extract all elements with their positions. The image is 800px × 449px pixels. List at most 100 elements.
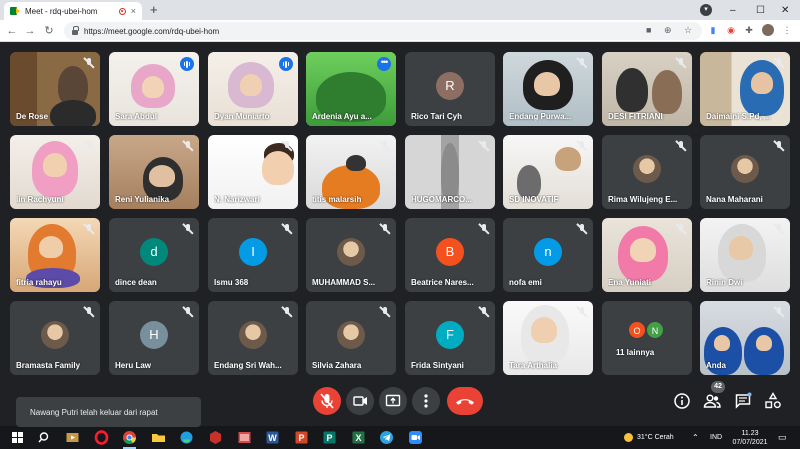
language-indicator[interactable]: IND: [710, 426, 722, 449]
participant-tile[interactable]: titis malarsih: [306, 135, 396, 209]
participant-tile[interactable]: ••• Ardenia Ayu a...: [306, 52, 396, 126]
chat-button[interactable]: [733, 391, 753, 411]
clock-time: 11.23: [741, 430, 759, 437]
svg-text:W: W: [268, 433, 277, 443]
search-icon[interactable]: [36, 429, 53, 446]
microphone-off-button[interactable]: [313, 387, 341, 415]
tab-search-button[interactable]: ▾: [700, 4, 712, 16]
meeting-details-button[interactable]: [672, 391, 692, 411]
activities-button[interactable]: [763, 391, 783, 411]
participant-tile[interactable]: Rima Wilujeng E...: [602, 135, 692, 209]
participant-name: 11 lainnya: [616, 348, 655, 357]
participant-name: Rico Tari Cyh: [411, 112, 462, 121]
bookmark-star-icon[interactable]: ☆: [684, 25, 692, 35]
minimize-button[interactable]: –: [730, 0, 736, 20]
participant-name: Anda: [706, 361, 726, 370]
speaking-indicator-icon: [180, 57, 194, 71]
maximize-button[interactable]: ☐: [756, 0, 765, 20]
red-cube-app-icon[interactable]: [207, 429, 224, 446]
participant-tile[interactable]: HUGOMARCO...: [405, 135, 495, 209]
microphone-muted-icon: [576, 223, 588, 235]
participant-tile[interactable]: H Heru Law: [109, 301, 199, 375]
notifications-icon[interactable]: ▭: [778, 426, 787, 449]
participant-photo-avatar: [337, 238, 365, 266]
browser-tab-meet[interactable]: Meet - rdq-ubei-hom ×: [4, 2, 142, 20]
new-tab-button[interactable]: +: [150, 2, 158, 18]
present-screen-button[interactable]: [379, 387, 407, 415]
reload-icon[interactable]: ↻: [41, 22, 57, 40]
extensions-puzzle-icon[interactable]: ✚: [742, 23, 756, 37]
excel-icon[interactable]: X: [350, 429, 367, 446]
participant-tile[interactable]: Bramasta Family: [10, 301, 100, 375]
file-explorer-icon[interactable]: [150, 429, 167, 446]
weather-widget[interactable]: 31°C Cerah: [624, 426, 674, 449]
more-options-button[interactable]: [412, 387, 440, 415]
microphone-muted-icon: [281, 306, 293, 318]
participant-tile[interactable]: DESI FITRIANI: [602, 52, 692, 126]
participant-initial-avatar: R: [436, 72, 464, 100]
participant-tile[interactable]: Endang Purwa...: [503, 52, 593, 126]
camera-button[interactable]: [346, 387, 374, 415]
participant-tile[interactable]: Reni Yulianika: [109, 135, 199, 209]
tray-chevron-icon[interactable]: ⌃: [692, 426, 699, 449]
participant-tile[interactable]: Iin Rachyuni: [10, 135, 100, 209]
participant-tile[interactable]: Dyan Muniarto: [208, 52, 298, 126]
participant-name: Ismu 368: [214, 278, 249, 287]
participant-tile[interactable]: Endang Sri Wah...: [208, 301, 298, 375]
docs-extension-icon[interactable]: ▮: [706, 23, 720, 37]
address-bar[interactable]: https://meet.google.com/rdq-ubei-hom: [64, 22, 702, 40]
powerpoint-icon[interactable]: P: [293, 429, 310, 446]
participant-tile[interactable]: F Frida Sintyani: [405, 301, 495, 375]
publisher-icon[interactable]: P: [321, 429, 338, 446]
close-window-button[interactable]: ✕: [781, 0, 789, 20]
back-arrow-icon[interactable]: ←: [4, 22, 20, 40]
leave-call-button[interactable]: [447, 387, 483, 415]
tab-close-button[interactable]: ×: [131, 6, 136, 16]
word-icon[interactable]: W: [264, 429, 281, 446]
participant-tile[interactable]: n nofa emi: [503, 218, 593, 292]
windows-start-icon[interactable]: [9, 429, 26, 446]
forward-arrow-icon[interactable]: →: [22, 22, 38, 40]
media-player-icon[interactable]: [64, 429, 81, 446]
people-button[interactable]: [702, 391, 722, 411]
participant-tile[interactable]: fitria rahayu: [10, 218, 100, 292]
browser-menu-icon[interactable]: ⋮: [780, 23, 794, 37]
participant-tile[interactable]: I Ismu 368: [208, 218, 298, 292]
zoom-app-icon[interactable]: [407, 429, 424, 446]
system-clock[interactable]: 11.23 07/07/2021: [728, 429, 772, 447]
participant-tile[interactable]: Anda: [700, 301, 790, 375]
participant-tile[interactable]: SD INOVATIF: [503, 135, 593, 209]
participant-name: Iin Rachyuni: [16, 195, 64, 204]
microphone-muted-icon: [83, 140, 95, 152]
participant-tile[interactable]: d dince dean: [109, 218, 199, 292]
participant-name: MUHAMMAD S...: [312, 278, 376, 287]
photo-app-icon[interactable]: [236, 429, 253, 446]
participant-tile[interactable]: R Rico Tari Cyh: [405, 52, 495, 126]
participant-tile[interactable]: N. Narizwari: [208, 135, 298, 209]
chrome-browser-icon[interactable]: [121, 429, 138, 449]
camera-indicator-icon[interactable]: ■: [646, 25, 651, 35]
participant-tile[interactable]: Nana Maharani: [700, 135, 790, 209]
microphone-muted-icon: [675, 57, 687, 69]
avatar[interactable]: [761, 23, 775, 37]
participant-tile[interactable]: Daimaini S.Pd, ...: [700, 52, 790, 126]
participant-tile[interactable]: De Rose: [10, 52, 100, 126]
zoom-icon[interactable]: ⊕: [664, 25, 672, 35]
participant-tile[interactable]: Ena Yuniati: [602, 218, 692, 292]
microphone-muted-icon: [83, 223, 95, 235]
edge-browser-icon[interactable]: [178, 429, 195, 446]
participant-tile[interactable]: Rinin Dwi: [700, 218, 790, 292]
participant-initial-avatar: d: [140, 238, 168, 266]
participant-tile[interactable]: Silvia Zahara: [306, 301, 396, 375]
opera-extension-icon[interactable]: ◉: [724, 23, 738, 37]
tile-options-icon[interactable]: •••: [377, 57, 391, 71]
camera-icon: [353, 396, 367, 406]
participant-tile[interactable]: O N 11 lainnya: [602, 301, 692, 375]
participant-tile[interactable]: Tara Arthalia: [503, 301, 593, 375]
participant-tile[interactable]: B Beatrice Nares...: [405, 218, 495, 292]
opera-browser-icon[interactable]: [93, 429, 110, 446]
hang-up-icon: [456, 399, 474, 405]
participant-tile[interactable]: MUHAMMAD S...: [306, 218, 396, 292]
participant-tile[interactable]: Sara Abdul: [109, 52, 199, 126]
telegram-icon[interactable]: [378, 429, 395, 446]
